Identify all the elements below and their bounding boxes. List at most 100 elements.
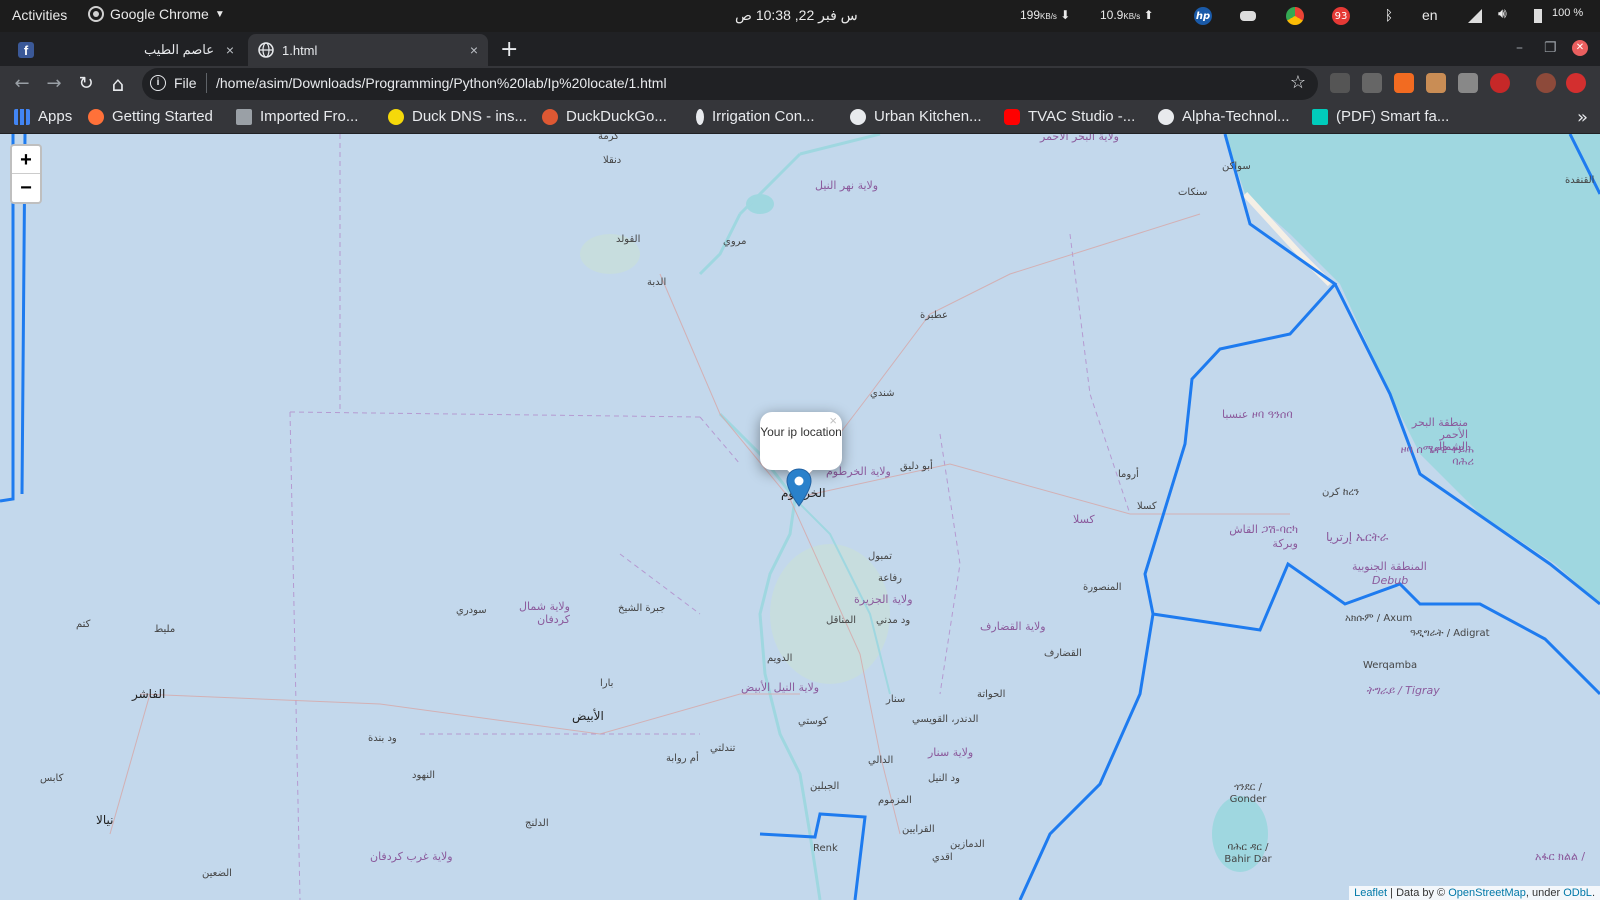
place-label: القولد bbox=[616, 234, 641, 245]
bookmark-star-icon[interactable]: ☆ bbox=[1290, 72, 1306, 93]
place-label: مروي bbox=[723, 236, 747, 247]
leaflet-map[interactable]: + − كرمة دنقلا ولاية نهر النيل ولاية الب… bbox=[0, 134, 1600, 900]
place-label: تندلتي bbox=[710, 743, 736, 754]
leaflet-link[interactable]: Leaflet bbox=[1354, 887, 1387, 899]
reload-button[interactable]: ↻ bbox=[74, 72, 98, 96]
city-label: الفاشر bbox=[132, 687, 166, 701]
extension-icon[interactable] bbox=[1362, 73, 1382, 93]
place-label: Werqamba bbox=[1363, 660, 1418, 671]
extension-icon[interactable] bbox=[1426, 73, 1446, 93]
bookmark-tvac-studio[interactable]: TVAC Studio -... bbox=[1004, 108, 1135, 125]
zoom-out-button[interactable]: − bbox=[12, 174, 40, 202]
forward-button[interactable]: → bbox=[42, 72, 66, 96]
bookmark-urban-kitchen[interactable]: Urban Kitchen... bbox=[850, 108, 982, 125]
place-label: ከረን كرن bbox=[1322, 487, 1360, 498]
place-label: القرايين bbox=[902, 824, 935, 835]
tab-facebook[interactable]: f عاصم الطيب × bbox=[8, 34, 244, 66]
bluetooth-icon[interactable]: ᛒ bbox=[1380, 7, 1398, 25]
apps-grid-icon bbox=[14, 108, 30, 125]
youtube-icon bbox=[1004, 108, 1020, 125]
bookmark-alpha-technol[interactable]: Alpha-Technol... bbox=[1158, 108, 1290, 125]
facebook-icon: f bbox=[18, 42, 34, 58]
volume-icon[interactable]: 🔊︎ bbox=[1498, 6, 1507, 22]
bookmark-duckduckgo[interactable]: DuckDuckGo... bbox=[542, 108, 667, 125]
bookmark-apps[interactable]: Apps bbox=[14, 108, 72, 125]
region-label: ዞባ ዓንሰባ عنسبا bbox=[1222, 408, 1293, 421]
region-label: ولاية نهر النيل bbox=[815, 179, 879, 192]
bookmark-folder-imported[interactable]: Imported Fro... bbox=[236, 108, 358, 125]
language-indicator[interactable]: en bbox=[1422, 7, 1438, 23]
divider bbox=[206, 73, 207, 93]
researchgate-icon bbox=[1312, 108, 1328, 125]
bookmark-duck-dns[interactable]: Duck DNS - ins... bbox=[388, 108, 527, 125]
close-window-button[interactable]: ✕ bbox=[1572, 40, 1588, 56]
road bbox=[109, 213, 1290, 835]
restore-button[interactable]: ❐ bbox=[1544, 40, 1557, 56]
battery-percentage: 100 % bbox=[1552, 7, 1584, 19]
notification-badge-icon[interactable]: 93 bbox=[1332, 7, 1350, 25]
place-label: ود بندة bbox=[368, 733, 397, 744]
home-button[interactable]: ⌂ bbox=[106, 72, 130, 96]
extension-icon[interactable] bbox=[1330, 73, 1350, 93]
net-upload-indicator: 10.9KB/s ⬆ bbox=[1100, 8, 1154, 22]
place-label: المنصورة bbox=[1083, 582, 1122, 593]
chrome-tray-icon[interactable] bbox=[1286, 7, 1304, 25]
signal-icon bbox=[1468, 9, 1482, 23]
region-label: ولاية شمال كردفان bbox=[519, 600, 570, 626]
bookmarks-overflow-button[interactable]: » bbox=[1577, 107, 1588, 128]
tab-1-html[interactable]: 1.html × bbox=[248, 34, 488, 66]
duckduckgo-icon bbox=[542, 108, 558, 125]
place-label: ود النيل bbox=[928, 773, 960, 784]
nile-river bbox=[698, 134, 881, 900]
minimize-button[interactable]: – bbox=[1516, 40, 1523, 56]
clock[interactable]: س فبر 22, 10:38 ص bbox=[735, 7, 858, 24]
odbl-link[interactable]: ODbL bbox=[1563, 887, 1592, 899]
chrome-icon bbox=[88, 6, 104, 22]
place-label: كتم bbox=[76, 619, 91, 630]
globe-icon bbox=[850, 108, 866, 125]
place-label: اقدي bbox=[932, 852, 953, 863]
back-button[interactable]: ← bbox=[10, 72, 34, 96]
bookmarks-bar: Apps Getting Started Imported Fro... Duc… bbox=[0, 102, 1600, 134]
info-icon[interactable]: i bbox=[150, 75, 166, 91]
chevron-down-icon: ▼ bbox=[214, 8, 225, 20]
new-tab-button[interactable]: + bbox=[500, 37, 518, 62]
country-label-eritrea: ኤርትራ إرتريا bbox=[1326, 530, 1389, 544]
app-menu[interactable]: Google Chrome ▼ bbox=[88, 6, 225, 22]
tab-close-icon[interactable]: × bbox=[226, 42, 234, 58]
place-label: كسلا bbox=[1137, 501, 1157, 512]
brave-shield-icon[interactable] bbox=[1394, 73, 1414, 93]
place-label: الدالي bbox=[868, 755, 894, 766]
blocker-icon[interactable] bbox=[1490, 73, 1510, 93]
zoom-in-button[interactable]: + bbox=[12, 146, 40, 174]
address-bar[interactable]: i File /home/asim/Downloads/Programming/… bbox=[142, 68, 1318, 100]
tab-title: عاصم الطيب bbox=[144, 42, 214, 57]
region-label: Debub bbox=[1372, 574, 1409, 587]
profile-avatar[interactable] bbox=[1536, 73, 1556, 93]
map-attribution: Leaflet | Data by © OpenStreetMap, under… bbox=[1349, 886, 1600, 900]
url-text[interactable]: /home/asim/Downloads/Programming/Python%… bbox=[216, 75, 667, 91]
place-label: الحواتة bbox=[977, 689, 1006, 700]
location-marker-icon[interactable] bbox=[786, 468, 812, 508]
place-label: عطبرة bbox=[920, 310, 948, 321]
place-label: سنار bbox=[886, 694, 906, 705]
update-menu-icon[interactable] bbox=[1566, 73, 1586, 93]
hp-icon[interactable]: hp bbox=[1194, 7, 1212, 25]
place-label: الدلنج bbox=[525, 818, 549, 829]
gamepad-icon[interactable] bbox=[1240, 11, 1256, 21]
bookmark-pdf-smart[interactable]: (PDF) Smart fa... bbox=[1312, 108, 1449, 125]
region-label: አፋር ክልል / bbox=[1535, 850, 1586, 863]
osm-link[interactable]: OpenStreetMap bbox=[1448, 887, 1526, 899]
activities-button[interactable]: Activities bbox=[12, 7, 67, 23]
tab-strip: f عاصم الطيب × 1.html × bbox=[0, 32, 1600, 66]
extension-icon[interactable] bbox=[1458, 73, 1478, 93]
place-label: أبو دليق bbox=[900, 461, 933, 472]
bookmark-getting-started[interactable]: Getting Started bbox=[88, 108, 213, 125]
bookmark-irrigation[interactable]: Irrigation Con... bbox=[696, 108, 815, 125]
github-icon bbox=[1158, 108, 1174, 125]
place-label: القنفدة bbox=[1565, 175, 1595, 186]
admin-boundary bbox=[289, 134, 1131, 900]
region-label: المنطقة الجنوبية bbox=[1352, 560, 1427, 573]
tab-close-icon[interactable]: × bbox=[470, 42, 478, 58]
place-label: مليط bbox=[154, 624, 176, 635]
